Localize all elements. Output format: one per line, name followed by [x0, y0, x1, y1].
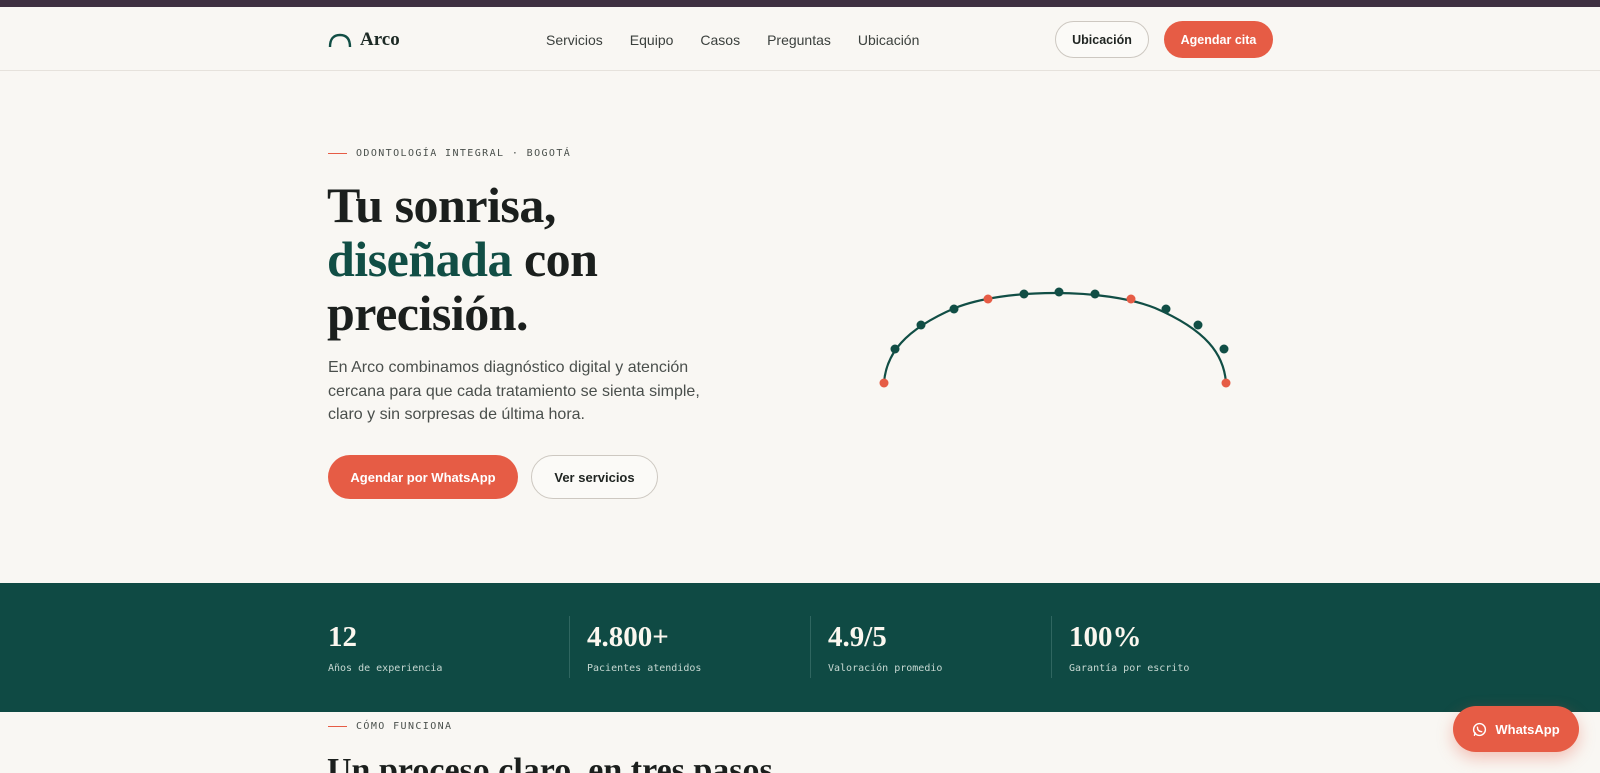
process-eyebrow-text: CÓMO FUNCIONA: [356, 721, 453, 732]
tooth-dot: [916, 320, 926, 330]
tooth-dot: [890, 344, 900, 354]
tooth-dot: [1161, 304, 1171, 314]
tooth-dot: [949, 304, 959, 314]
stat-divider: [1051, 616, 1052, 678]
stats-band: 12 Años de experiencia 4.800+ Pacientes …: [0, 583, 1600, 712]
tooth-dot: [1219, 344, 1229, 354]
stat-label: Valoración promedio: [828, 663, 943, 674]
location-button[interactable]: Ubicación: [1055, 21, 1149, 58]
whatsapp-floating-label: WhatsApp: [1495, 721, 1560, 737]
tooth-dot: [1090, 289, 1100, 299]
stat-divider: [569, 616, 570, 678]
hero-eyebrow-text: ODONTOLOGÍA INTEGRAL · BOGOTÁ: [356, 148, 572, 159]
stat-patients: 4.800+ Pacientes atendidos: [587, 620, 701, 674]
main-nav: Servicios Equipo Casos Preguntas Ubicaci…: [546, 32, 946, 48]
stat-divider: [810, 616, 811, 678]
hero-title-line2: con: [511, 231, 598, 287]
brand-logo[interactable]: Arco: [328, 29, 400, 51]
stat-label: Pacientes atendidos: [587, 663, 702, 674]
tooth-dot: [1054, 287, 1064, 297]
whatsapp-icon: [1473, 722, 1487, 736]
hero-subtitle: En Arco combinamos diagnóstico digital y…: [328, 359, 700, 423]
tooth-dot: [879, 378, 889, 388]
eyebrow-line: [328, 726, 347, 727]
hero-title-line1: Tu sonrisa,: [327, 177, 556, 233]
tooth-dot: [1221, 378, 1231, 388]
process-eyebrow: CÓMO FUNCIONA: [328, 721, 452, 732]
stat-label: Garantía por escrito: [1069, 663, 1190, 674]
stat-value: 4.9/5: [828, 621, 887, 653]
eyebrow-line: [328, 153, 347, 154]
nav-item-casos[interactable]: Casos: [700, 32, 740, 48]
dental-arch-illustration: [879, 287, 1231, 388]
tooth-dot: [1193, 320, 1203, 330]
tooth-dot: [1019, 289, 1029, 299]
nav-item-ubicacion[interactable]: Ubicación: [858, 32, 919, 48]
tooth-dot: [1126, 294, 1136, 304]
hero-title-line3: precisión.: [327, 285, 529, 341]
process-title: Un proceso claro, en tres pasos.: [327, 752, 782, 773]
tooth-dot: [983, 294, 993, 304]
hero-title-accent: diseñada: [327, 231, 512, 287]
stat-rating: 4.9/5 Valoración promedio: [828, 620, 942, 674]
top-accent-bar: [0, 0, 1600, 7]
arch-logo-icon: [328, 33, 352, 47]
view-services-button[interactable]: Ver servicios: [531, 455, 658, 499]
stat-label: Años de experiencia: [328, 663, 443, 674]
brand-name: Arco: [360, 29, 400, 50]
whatsapp-booking-button[interactable]: Agendar por WhatsApp: [328, 455, 518, 499]
stat-experience: 12 Años de experiencia: [328, 620, 442, 674]
hero-title: Tu sonrisa, diseñada con precisión.: [327, 178, 747, 340]
stat-value: 4.800+: [587, 621, 669, 653]
nav-item-preguntas[interactable]: Preguntas: [767, 32, 831, 48]
nav-item-servicios[interactable]: Servicios: [546, 32, 603, 48]
site-header: Arco Servicios Equipo Casos Preguntas Ub…: [0, 7, 1600, 71]
stat-guarantee: 100% Garantía por escrito: [1069, 620, 1189, 674]
nav-item-equipo[interactable]: Equipo: [630, 32, 674, 48]
stat-value: 12: [328, 621, 357, 653]
book-appointment-button[interactable]: Agendar cita: [1164, 21, 1273, 58]
whatsapp-floating-button[interactable]: WhatsApp: [1453, 706, 1579, 752]
hero-eyebrow: ODONTOLOGÍA INTEGRAL · BOGOTÁ: [328, 148, 571, 159]
stat-value: 100%: [1069, 621, 1142, 653]
